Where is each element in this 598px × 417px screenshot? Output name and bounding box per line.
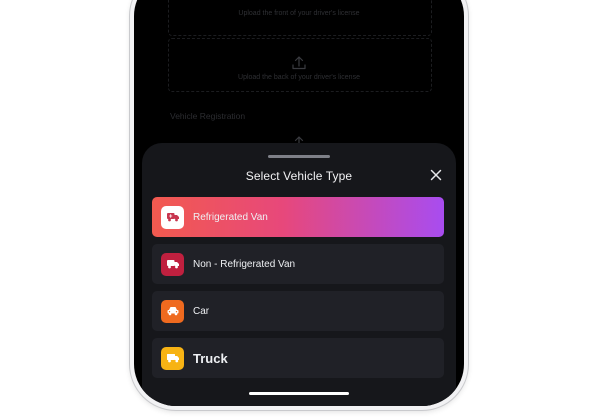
option-car[interactable]: Car: [152, 291, 444, 331]
home-indicator: [249, 392, 349, 395]
vehicle-type-sheet: Select Vehicle Type Refrigerated Van Non…: [142, 143, 456, 406]
close-icon: [430, 169, 442, 181]
option-non-refrigerated-van[interactable]: Non - Refrigerated Van: [152, 244, 444, 284]
option-label: Non - Refrigerated Van: [193, 258, 296, 270]
option-refrigerated-van[interactable]: Refrigerated Van: [152, 197, 444, 237]
car-icon: [161, 299, 184, 323]
sheet-drag-handle[interactable]: [268, 155, 330, 158]
front-license-upload-text: Upload the front of your driver's licens…: [238, 10, 360, 17]
refrigerated-van-icon: [161, 205, 184, 229]
option-label: Refrigerated Van: [193, 211, 268, 223]
upload-icon: [292, 56, 306, 70]
vehicle-registration-label: Vehicle Registration: [170, 111, 246, 121]
truck-icon: [161, 346, 184, 370]
option-label: Car: [193, 305, 210, 317]
van-icon: [161, 252, 184, 276]
option-truck[interactable]: Truck: [152, 338, 444, 378]
back-license-upload-text: Upload the back of your driver's license: [238, 74, 360, 81]
option-label: Truck: [193, 350, 228, 366]
front-license-upload-box[interactable]: [168, 0, 432, 36]
close-button[interactable]: [428, 167, 444, 183]
sheet-title: Select Vehicle Type: [245, 169, 353, 183]
phone-screen: Upload the front of your driver's licens…: [134, 0, 464, 406]
